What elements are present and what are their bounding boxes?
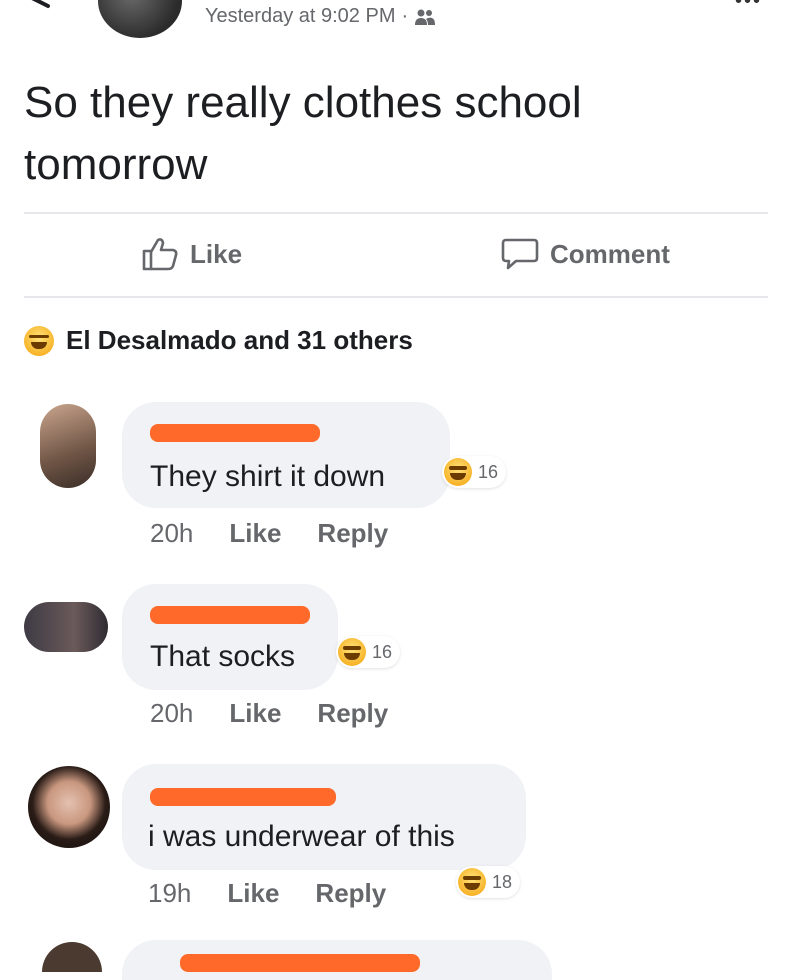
reaction-count: 16 xyxy=(372,641,393,662)
author-avatar[interactable] xyxy=(98,0,182,38)
comment-time[interactable]: 20h xyxy=(150,698,193,729)
commenter-avatar[interactable] xyxy=(40,404,96,488)
comment-reply-button[interactable]: Reply xyxy=(315,878,386,909)
thumbs-up-icon xyxy=(142,238,178,271)
redacted-author-name[interactable] xyxy=(150,606,310,624)
haha-emoji-icon xyxy=(444,458,472,486)
reactions-summary[interactable]: El Desalmado and 31 others xyxy=(24,325,413,356)
reactions-text: El Desalmado and 31 others xyxy=(66,325,413,355)
comment-reaction-badge[interactable]: 18 xyxy=(456,866,521,898)
commenter-avatar[interactable] xyxy=(28,766,110,848)
redacted-author-name[interactable] xyxy=(150,788,336,806)
redacted-author-name[interactable] xyxy=(150,424,320,442)
comment-label: Comment xyxy=(550,238,670,269)
like-button[interactable]: Like xyxy=(140,236,242,272)
comment-reaction-badge[interactable]: 16 xyxy=(336,636,401,668)
haha-emoji-icon xyxy=(338,638,366,666)
comment-icon xyxy=(501,238,539,270)
comment-time[interactable]: 20h xyxy=(150,518,193,549)
redacted-author-name[interactable] xyxy=(180,954,420,972)
commenter-avatar[interactable] xyxy=(24,602,108,652)
comment-text: i was underwear of this xyxy=(148,820,455,853)
haha-emoji-icon xyxy=(24,325,54,356)
reaction-count: 16 xyxy=(478,461,499,482)
comment-button[interactable]: Comment xyxy=(500,236,670,272)
comment-like-button[interactable]: Like xyxy=(229,518,281,549)
divider xyxy=(24,212,768,214)
comment-like-button[interactable]: Like xyxy=(229,698,281,729)
like-label: Like xyxy=(190,238,243,269)
haha-emoji-icon xyxy=(458,868,486,896)
post-text: So they really clothes school tomorrow xyxy=(24,78,582,189)
comment-reply-button[interactable]: Reply xyxy=(317,698,388,729)
friends-icon xyxy=(415,9,436,25)
comment-reaction-badge[interactable]: 16 xyxy=(442,456,507,488)
post-meta: Yesterday at 9:02 PM · xyxy=(205,5,436,28)
comment-reply-button[interactable]: Reply xyxy=(317,518,388,549)
comment-bubble xyxy=(122,584,338,690)
reaction-count: 18 xyxy=(492,871,513,892)
more-options-icon[interactable]: ••• xyxy=(735,0,762,13)
post-timestamp[interactable]: Yesterday at 9:02 PM xyxy=(205,5,396,28)
comment-bubble xyxy=(122,764,526,870)
comment-actions: 20h Like Reply xyxy=(150,518,388,549)
commenter-avatar[interactable] xyxy=(42,942,102,972)
divider xyxy=(24,296,768,298)
comment-actions: 20h Like Reply xyxy=(150,698,388,729)
comment-time[interactable]: 19h xyxy=(148,878,191,909)
comment-text: They shirt it down xyxy=(150,460,386,493)
comment-like-button[interactable]: Like xyxy=(227,878,279,909)
back-arrow-icon[interactable] xyxy=(18,0,58,20)
comment-text: That socks xyxy=(150,640,296,673)
comment-actions: 19h Like Reply xyxy=(148,878,386,909)
meta-separator: · xyxy=(401,5,409,27)
